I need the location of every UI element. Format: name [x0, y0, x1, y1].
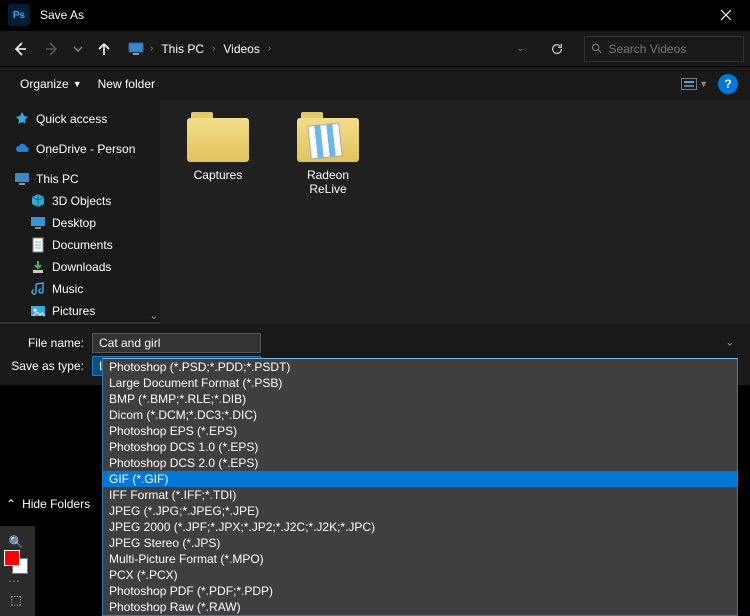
folder-label: Captures: [194, 168, 243, 182]
filetype-option[interactable]: JPEG 2000 (*.JPF;*.JPX;*.JP2;*.J2C;*.J2K…: [103, 519, 737, 535]
sidebar-item-label: Downloads: [52, 260, 111, 274]
zoom-tool-icon[interactable]: 🔍: [6, 532, 26, 552]
forward-button[interactable]: [38, 35, 66, 63]
photoshop-tool-strip: 🔍 ⋯ ⬚: [0, 526, 36, 616]
filetype-option[interactable]: GIF (*.GIF): [103, 471, 737, 487]
pictures-icon: [30, 303, 46, 319]
new-folder-label: New folder: [98, 77, 155, 91]
sidebar-item-label: Desktop: [52, 216, 96, 230]
sidebar-item-videos[interactable]: Videos: [0, 322, 160, 324]
filetype-option[interactable]: Multi-Picture Format (*.MPO): [103, 551, 737, 567]
filetype-option[interactable]: Photoshop EPS (*.EPS): [103, 423, 737, 439]
monitor-icon: [126, 39, 146, 59]
filetype-option[interactable]: Photoshop (*.PSD;*.PDD;*.PSDT): [103, 359, 737, 375]
sidebar-item-label: OneDrive - Person: [36, 142, 135, 156]
recent-dropdown-button[interactable]: [70, 35, 86, 63]
breadcrumb[interactable]: › This PC › Videos ›: [122, 37, 277, 61]
chevron-right-icon[interactable]: ›: [148, 43, 155, 54]
sidebar-item-this-pc[interactable]: This PC: [0, 168, 160, 190]
organize-button[interactable]: Organize ▼: [12, 73, 90, 95]
folder-icon: [187, 112, 249, 162]
desktop-icon: [30, 215, 46, 231]
chevron-down-icon[interactable]: ⌄: [726, 338, 734, 349]
sidebar-item-label: Quick access: [36, 112, 107, 126]
chevron-right-icon[interactable]: ›: [210, 43, 217, 54]
window-title: Save As: [40, 8, 703, 22]
filetype-option[interactable]: Dicom (*.DCM;*.DC3;*.DIC): [103, 407, 737, 423]
sidebar-item-label: Pictures: [52, 304, 95, 318]
save-type-dropdown[interactable]: Photoshop (*.PSD;*.PDD;*.PSDT)Large Docu…: [102, 358, 738, 616]
back-button[interactable]: [6, 35, 34, 63]
organize-label: Organize: [20, 77, 69, 91]
sidebar-item-pictures[interactable]: Pictures: [0, 300, 160, 322]
monitor-icon: [14, 171, 30, 187]
filetype-option[interactable]: BMP (*.BMP;*.RLE;*.DIB): [103, 391, 737, 407]
filetype-option[interactable]: Photoshop DCS 1.0 (*.EPS): [103, 439, 737, 455]
breadcrumb-videos[interactable]: Videos: [219, 42, 263, 56]
quick-mask-icon[interactable]: ⬚: [6, 590, 26, 610]
sidebar-item-label: Music: [52, 282, 83, 296]
sidebar-item-label: This PC: [36, 172, 79, 186]
chevron-down-icon: ▼: [699, 79, 708, 89]
up-button[interactable]: [90, 35, 118, 63]
download-icon: [30, 259, 46, 275]
toolbar: Organize ▼ New folder ▼ ?: [0, 66, 750, 100]
filetype-option[interactable]: PCX (*.PCX): [103, 567, 737, 583]
sidebar-item-quick-access[interactable]: Quick access: [0, 108, 160, 130]
foreground-color-swatch[interactable]: [4, 550, 20, 566]
main-area: Quick access OneDrive - Person This PC 3D O…: [0, 100, 750, 324]
music-icon: [30, 281, 46, 297]
filetype-option[interactable]: JPEG Stereo (*.JPS): [103, 535, 737, 551]
new-folder-button[interactable]: New folder: [90, 73, 163, 95]
search-input[interactable]: [608, 42, 737, 56]
filetype-option[interactable]: Photoshop PDF (*.PDF;*.PDP): [103, 583, 737, 599]
filetype-option[interactable]: JPEG (*.JPG;*.JPEG;*.JPE): [103, 503, 737, 519]
folder-captures[interactable]: Captures: [178, 112, 258, 182]
sidebar-item-label: 3D Objects: [52, 194, 111, 208]
file-list[interactable]: Captures Radeon ReLive: [160, 100, 750, 324]
folder-radeon-relive[interactable]: Radeon ReLive: [288, 112, 368, 196]
photoshop-icon: Ps: [8, 4, 30, 26]
doc-icon: [30, 237, 46, 253]
sidebar-item-music[interactable]: Music: [0, 278, 160, 300]
filename-label: File name:: [10, 336, 92, 350]
cloud-icon: [14, 141, 30, 157]
view-icon: [681, 78, 697, 90]
breadcrumb-this-pc[interactable]: This PC: [157, 42, 208, 56]
folder-label: Radeon ReLive: [288, 168, 368, 196]
sidebar-item-documents[interactable]: Documents: [0, 234, 160, 256]
address-history-button[interactable]: ⌄: [510, 43, 530, 54]
hide-folders-button[interactable]: ⌃ Hide Folders: [6, 497, 90, 511]
folder-icon: [297, 112, 359, 162]
save-type-label: Save as type:: [10, 359, 92, 373]
chevron-up-icon: ⌃: [6, 497, 16, 511]
titlebar: Ps Save As: [0, 0, 750, 30]
chevron-down-icon: ▼: [73, 79, 82, 89]
filename-input[interactable]: [92, 333, 261, 353]
filetype-option[interactable]: Large Document Format (*.PSB): [103, 375, 737, 391]
sidebar-item-3d-objects[interactable]: 3D Objects: [0, 190, 160, 212]
star-icon: [14, 111, 30, 127]
search-box[interactable]: [584, 36, 744, 62]
hide-folders-label: Hide Folders: [22, 497, 90, 511]
filetype-option[interactable]: Photoshop Raw (*.RAW): [103, 599, 737, 615]
chevron-right-icon[interactable]: ›: [266, 43, 273, 54]
filetype-option[interactable]: IFF Format (*.IFF;*.TDI): [103, 487, 737, 503]
tool-overflow-icon[interactable]: ⋯: [8, 574, 22, 588]
sidebar-scroll-down[interactable]: ⌄: [150, 311, 158, 322]
refresh-button[interactable]: [544, 36, 570, 62]
search-icon: [591, 42, 602, 55]
sidebar-item-downloads[interactable]: Downloads: [0, 256, 160, 278]
help-button[interactable]: ?: [718, 74, 738, 94]
filetype-option[interactable]: Photoshop DCS 2.0 (*.EPS): [103, 455, 737, 471]
sidebar-item-onedrive-person[interactable]: OneDrive - Person: [0, 138, 160, 160]
view-options-button[interactable]: ▼: [681, 78, 708, 90]
cube-icon: [30, 193, 46, 209]
sidebar: Quick access OneDrive - Person This PC 3D O…: [0, 100, 160, 324]
sidebar-item-label: Documents: [52, 238, 113, 252]
sidebar-item-desktop[interactable]: Desktop: [0, 212, 160, 234]
close-button[interactable]: [703, 0, 748, 30]
navbar: › This PC › Videos › ⌄: [0, 30, 750, 66]
